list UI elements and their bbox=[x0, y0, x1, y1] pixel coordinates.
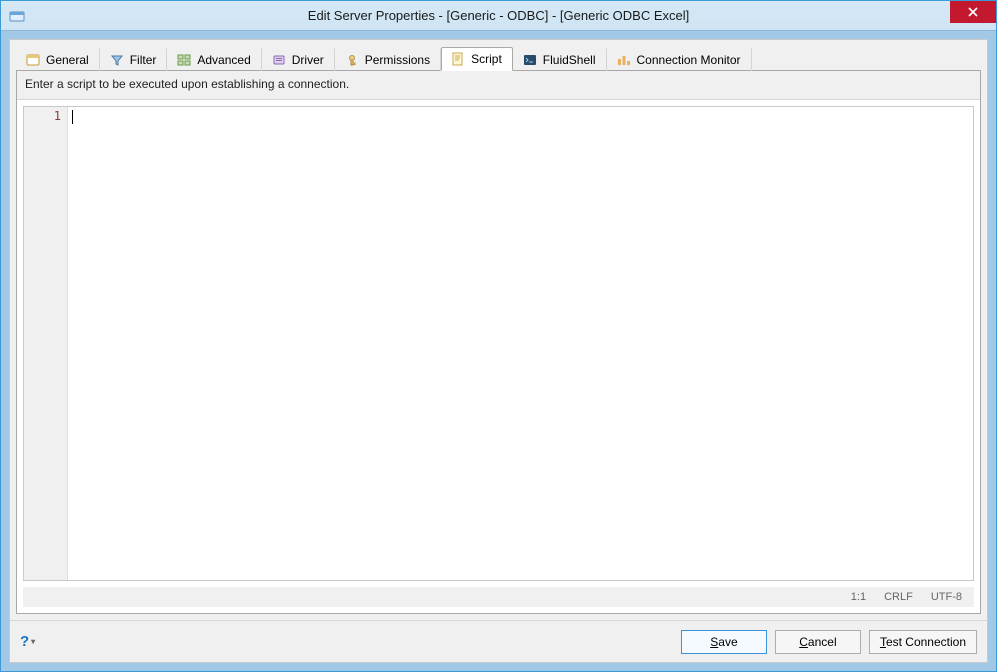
tab-label: Filter bbox=[130, 53, 157, 67]
line-ending: CRLF bbox=[884, 591, 913, 603]
tab-label: Connection Monitor bbox=[637, 53, 741, 67]
window-title: Edit Server Properties - [Generic - ODBC… bbox=[1, 8, 996, 23]
help-icon: ? bbox=[20, 633, 29, 650]
cancel-button[interactable]: Cancel bbox=[775, 630, 861, 654]
tab-advanced[interactable]: Advanced bbox=[167, 48, 261, 71]
filter-icon bbox=[109, 52, 125, 68]
titlebar: Edit Server Properties - [Generic - ODBC… bbox=[1, 1, 996, 31]
close-button[interactable] bbox=[950, 1, 996, 23]
tab-script[interactable]: Script bbox=[441, 47, 513, 71]
tab-label: Script bbox=[471, 52, 502, 66]
editor-statusbar: 1:1 CRLF UTF-8 bbox=[23, 587, 974, 607]
instruction-text: Enter a script to be executed upon estab… bbox=[17, 71, 980, 100]
text-cursor bbox=[72, 110, 73, 124]
chevron-down-icon: ▾ bbox=[31, 637, 35, 646]
editor-content[interactable] bbox=[68, 107, 973, 580]
tab-general[interactable]: General bbox=[16, 48, 100, 71]
tab-connection-monitor[interactable]: Connection Monitor bbox=[607, 48, 752, 71]
tab-driver[interactable]: Driver bbox=[262, 48, 335, 71]
tab-label: FluidShell bbox=[543, 53, 596, 67]
script-editor[interactable]: 1 bbox=[23, 106, 974, 581]
advanced-icon bbox=[176, 52, 192, 68]
cursor-position: 1:1 bbox=[851, 591, 866, 603]
encoding: UTF-8 bbox=[931, 591, 962, 603]
tab-label: Driver bbox=[292, 53, 324, 67]
save-button[interactable]: Save bbox=[681, 630, 767, 654]
monitor-icon bbox=[616, 52, 632, 68]
help-dropdown[interactable]: ? ▾ bbox=[20, 633, 35, 650]
tab-permissions[interactable]: Permissions bbox=[335, 48, 441, 71]
tab-fluidshell[interactable]: FluidShell bbox=[513, 48, 607, 71]
button-row: ? ▾ Save Cancel Test Connection bbox=[10, 620, 987, 662]
window-body: General Filter Advanced Driver Permissio… bbox=[9, 39, 988, 663]
script-panel: Enter a script to be executed upon estab… bbox=[16, 70, 981, 614]
driver-icon bbox=[271, 52, 287, 68]
tab-row: General Filter Advanced Driver Permissio… bbox=[10, 40, 987, 70]
test-connection-button[interactable]: Test Connection bbox=[869, 630, 977, 654]
tab-label: General bbox=[46, 53, 89, 67]
app-icon bbox=[9, 8, 25, 24]
general-icon bbox=[25, 52, 41, 68]
tab-filter[interactable]: Filter bbox=[100, 48, 168, 71]
gutter-line-number: 1 bbox=[24, 109, 61, 123]
editor-gutter: 1 bbox=[24, 107, 68, 580]
fluidshell-icon bbox=[522, 52, 538, 68]
script-icon bbox=[450, 51, 466, 67]
permissions-icon bbox=[344, 52, 360, 68]
tab-label: Permissions bbox=[365, 53, 430, 67]
tab-label: Advanced bbox=[197, 53, 250, 67]
